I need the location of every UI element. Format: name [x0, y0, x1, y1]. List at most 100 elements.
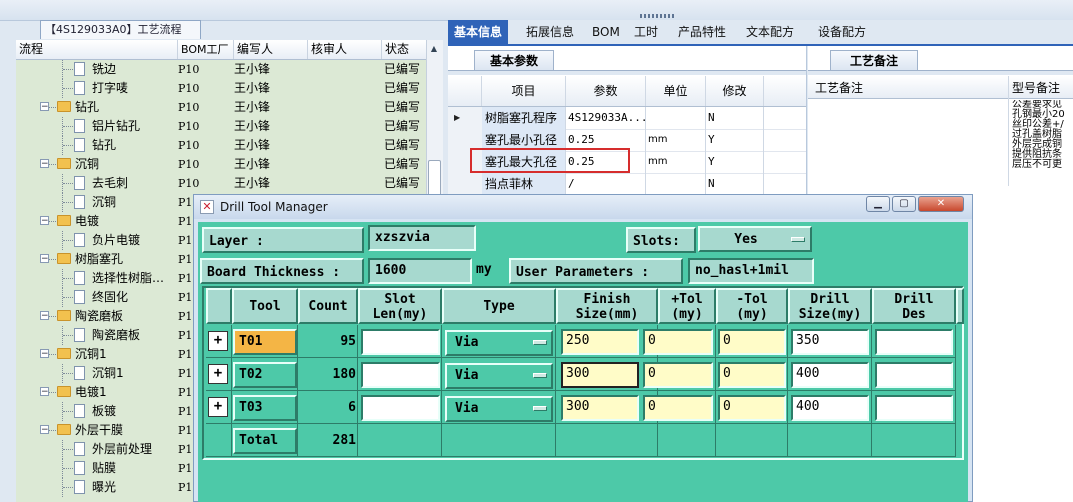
tab-3[interactable]: 工时: [628, 20, 664, 44]
plus-tol-input[interactable]: 0: [643, 362, 713, 388]
collapse-toggle-icon[interactable]: −: [40, 159, 49, 169]
col-unit[interactable]: 单位: [646, 76, 706, 106]
col-slot-header[interactable]: Slot Len(my): [358, 288, 442, 324]
row-header[interactable]: [448, 173, 483, 195]
expand-row-icon[interactable]: +: [208, 331, 228, 351]
drill-des-input[interactable]: [875, 395, 953, 421]
col-overflow-header: [956, 288, 964, 324]
collapse-toggle-icon[interactable]: −: [40, 387, 49, 397]
collapse-toggle-icon[interactable]: −: [40, 102, 49, 112]
col--tol-header[interactable]: -Tol (my): [716, 288, 788, 324]
col-bom[interactable]: BOM工厂: [178, 40, 234, 59]
slot-length-input[interactable]: [361, 329, 440, 355]
tool-button[interactable]: T01: [233, 329, 297, 355]
finish-size-input[interactable]: 300: [561, 395, 639, 421]
col-count-header[interactable]: Count: [298, 288, 358, 324]
drill-des-input[interactable]: [875, 362, 953, 388]
col-type-header[interactable]: Type: [442, 288, 556, 324]
param-row[interactable]: 树脂塞孔程序 4S129033A... N: [448, 107, 806, 130]
user-parameters-field[interactable]: no_hasl+1mil: [688, 258, 814, 284]
notes-tab-line: [808, 70, 1073, 75]
tree-item-bom: P10: [178, 82, 200, 95]
collapse-toggle-icon[interactable]: −: [40, 425, 49, 435]
tree-row[interactable]: 铝片钻孔 P10 王小锋 已编写: [16, 117, 426, 136]
tree-row[interactable]: 打字唛 P10 王小锋 已编写: [16, 79, 426, 98]
process-tab[interactable]: 【4S129033A0】工艺流程: [40, 20, 201, 39]
tree-item-author: 王小锋: [234, 176, 271, 190]
col-process[interactable]: 流程: [16, 40, 178, 59]
tree-row[interactable]: 钻孔 P10 王小锋 已编写: [16, 136, 426, 155]
finish-size-input[interactable]: 250: [561, 329, 639, 355]
drill-des-input[interactable]: [875, 329, 953, 355]
splitter-grip[interactable]: [640, 14, 676, 18]
col-author[interactable]: 编写人: [234, 40, 308, 59]
col-finish-header[interactable]: Finish Size(mm): [556, 288, 658, 324]
scroll-thumb[interactable]: [428, 160, 441, 197]
maximize-icon[interactable]: ▢: [892, 196, 916, 212]
tree-item-bom: P1: [178, 443, 193, 456]
tab-1[interactable]: 拓展信息: [520, 20, 580, 44]
col-model-notes[interactable]: 型号备注: [1012, 79, 1060, 96]
col-edit[interactable]: 修改: [706, 76, 764, 106]
drill-size-input[interactable]: 400: [791, 395, 869, 421]
tab-2[interactable]: BOM: [586, 20, 626, 44]
total-button[interactable]: Total: [233, 428, 297, 454]
slot-length-input[interactable]: [361, 362, 440, 388]
collapse-toggle-icon[interactable]: −: [40, 216, 49, 226]
param-unit: mm: [646, 151, 706, 173]
col-process-notes[interactable]: 工艺备注: [815, 79, 863, 96]
tree-connector: [63, 373, 73, 374]
collapse-toggle-icon[interactable]: −: [40, 349, 49, 359]
minus-tol-input[interactable]: 0: [718, 395, 786, 421]
col-reviewer[interactable]: 核审人: [308, 40, 382, 59]
tab-4[interactable]: 产品特性: [672, 20, 732, 44]
collapse-toggle-icon[interactable]: −: [40, 311, 49, 321]
plus-tol-input[interactable]: 0: [643, 329, 713, 355]
tree-row[interactable]: 去毛刺 P10 王小锋 已编写: [16, 174, 426, 193]
tab-6[interactable]: 设备配方: [812, 20, 872, 44]
col-status[interactable]: 状态: [382, 40, 426, 59]
tree-row[interactable]: − 沉铜 P10 王小锋 已编写: [16, 155, 426, 174]
tree-row[interactable]: − 钻孔 P10 王小锋 已编写: [16, 98, 426, 117]
board-thickness-field[interactable]: 1600: [368, 258, 472, 284]
folder-icon: [57, 348, 71, 359]
tab-0[interactable]: 基本信息: [448, 20, 509, 44]
tab-process-notes[interactable]: 工艺备注: [830, 50, 918, 71]
close-icon[interactable]: ✕: [918, 196, 964, 212]
slots-menu-indicator-icon: [791, 237, 805, 242]
col-drill-header[interactable]: Drill Des: [872, 288, 956, 324]
minus-tol-input[interactable]: 0: [718, 362, 786, 388]
tab-5[interactable]: 文本配方: [740, 20, 800, 44]
param-row[interactable]: 挡点菲林 / N: [448, 173, 806, 196]
tree-item-bom: P10: [178, 177, 200, 190]
finish-size-input[interactable]: 300: [561, 362, 639, 388]
minimize-icon[interactable]: ▁: [866, 196, 890, 212]
col-item[interactable]: 项目: [482, 76, 566, 106]
col-drill-header[interactable]: Drill Size(my): [788, 288, 872, 324]
expand-row-icon[interactable]: +: [208, 364, 228, 384]
tree-item-status: 已编写: [384, 157, 421, 171]
tool-button[interactable]: T03: [233, 395, 297, 421]
slot-length-input[interactable]: [361, 395, 440, 421]
col-+tol-header[interactable]: +Tol (my): [658, 288, 716, 324]
expand-row-icon[interactable]: +: [208, 397, 228, 417]
tab-basic-params[interactable]: 基本参数: [474, 50, 554, 71]
col-tool-header[interactable]: Tool: [232, 288, 298, 324]
folder-icon: [57, 424, 71, 435]
drill-size-input[interactable]: 350: [791, 329, 869, 355]
tree-item-label: 钻孔: [75, 100, 100, 114]
minus-tol-input[interactable]: 0: [718, 329, 786, 355]
drill-size-input[interactable]: 400: [791, 362, 869, 388]
plus-tol-input[interactable]: 0: [643, 395, 713, 421]
tree-item-bom: P1: [178, 481, 193, 494]
tool-button[interactable]: T02: [233, 362, 297, 388]
tree-row[interactable]: 铣边 P10 王小锋 已编写: [16, 60, 426, 79]
tree-item-label: 沉铜1: [75, 347, 107, 361]
layer-field[interactable]: xzszvia: [368, 225, 476, 251]
param-edit-flag: N: [706, 107, 764, 129]
param-value[interactable]: /: [566, 173, 646, 195]
collapse-toggle-icon[interactable]: −: [40, 254, 49, 264]
param-value[interactable]: 4S129033A...: [566, 107, 646, 129]
scroll-up-arrow-icon[interactable]: ▲: [428, 44, 440, 54]
col-value[interactable]: 参数: [566, 76, 646, 106]
